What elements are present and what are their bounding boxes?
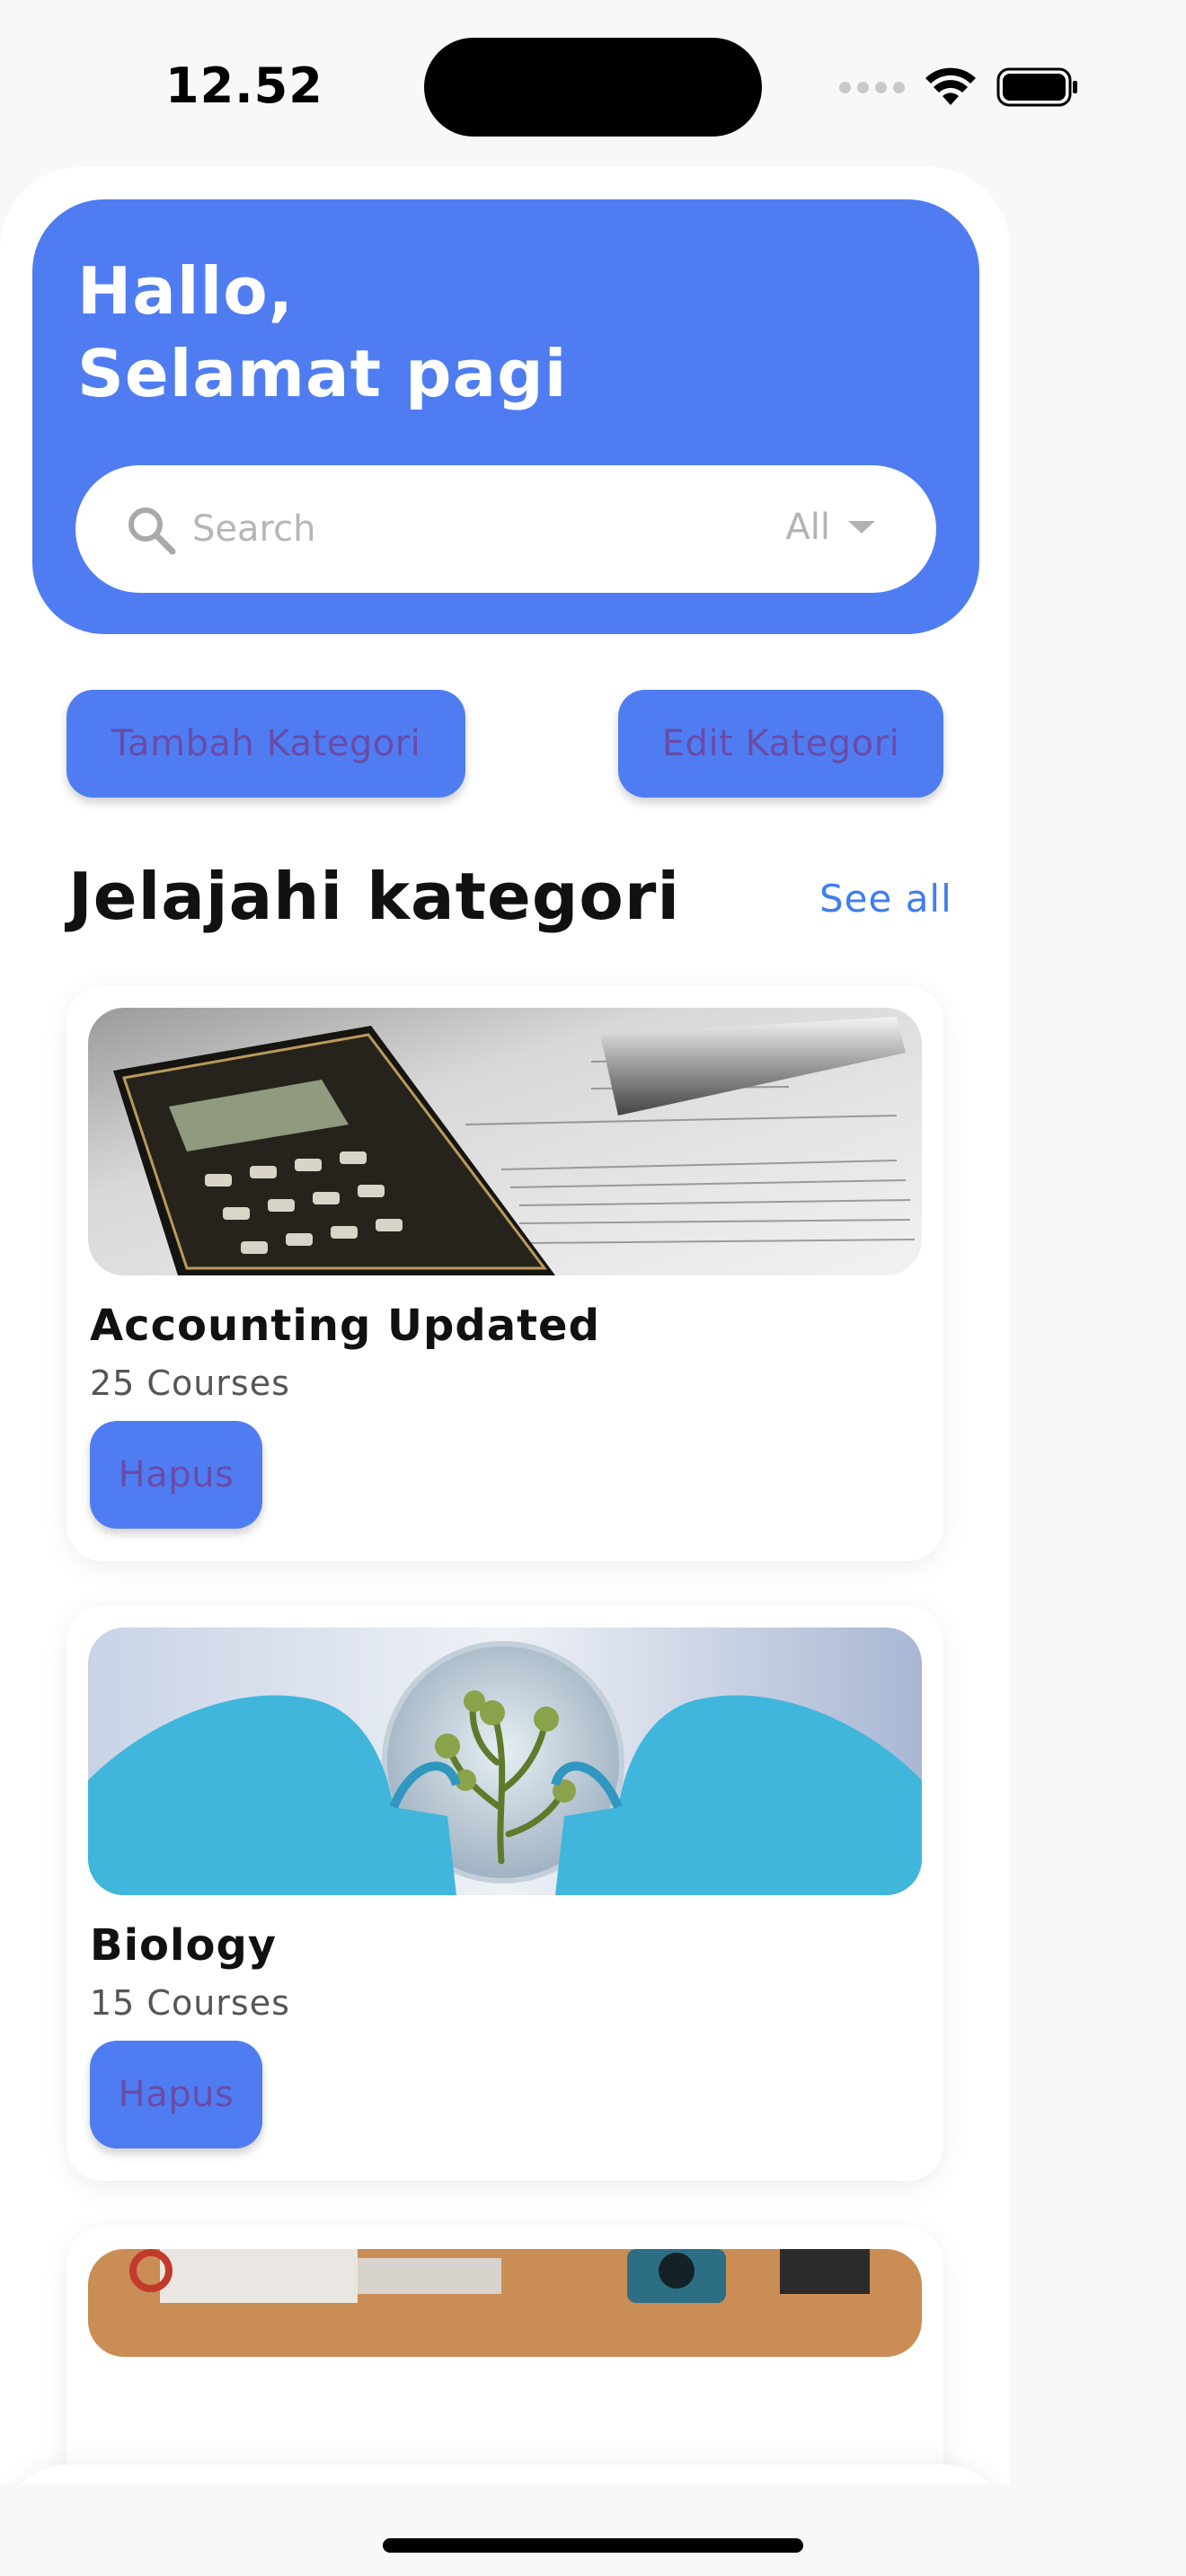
search-input[interactable]: [192, 492, 731, 566]
search-icon: [128, 507, 176, 555]
phone-screen: 12.52 Hallo, Selamat pagi All: [0, 0, 1186, 2576]
category-card[interactable]: Biology 15 Courses Hapus: [66, 1606, 943, 2181]
delete-category-button[interactable]: Hapus: [90, 2041, 262, 2148]
category-image-desk: [88, 2249, 922, 2357]
greeting-title: Hallo, Selamat pagi: [77, 253, 568, 411]
search-filter-dropdown[interactable]: All: [785, 507, 875, 548]
bottom-navigation: [0, 2465, 1010, 2484]
see-all-link[interactable]: See all: [819, 877, 952, 921]
category-course-count: 15 Courses: [90, 1983, 290, 2023]
category-name: Biology: [90, 1920, 278, 1971]
category-image-calculator: [88, 1008, 922, 1275]
add-category-button[interactable]: Tambah Kategori: [66, 690, 465, 798]
wifi-icon: [925, 67, 976, 105]
category-image-petri-dish: [88, 1628, 922, 1895]
category-card[interactable]: [66, 2228, 943, 2484]
header-banner: Hallo, Selamat pagi All: [32, 199, 979, 634]
battery-icon: [996, 67, 1077, 107]
dynamic-island: [424, 38, 762, 137]
category-name: Accounting Updated: [90, 1301, 600, 1351]
category-course-count: 25 Courses: [90, 1363, 290, 1403]
status-time: 12.52: [165, 57, 323, 114]
edit-category-button[interactable]: Edit Kategori: [618, 690, 943, 798]
app-content: Hallo, Selamat pagi All Tambah Kategori …: [0, 167, 1010, 2484]
signal-dots-icon: [839, 81, 905, 93]
status-icons: [839, 65, 1079, 110]
delete-category-button[interactable]: Hapus: [90, 1421, 262, 1529]
search-bar[interactable]: All: [75, 465, 936, 593]
home-indicator[interactable]: [383, 2538, 803, 2553]
filter-label: All: [785, 507, 830, 548]
section-title: Jelajahi kategori: [68, 859, 681, 934]
caret-down-icon: [848, 521, 875, 534]
category-card[interactable]: Accounting Updated 25 Courses Hapus: [66, 986, 943, 1561]
